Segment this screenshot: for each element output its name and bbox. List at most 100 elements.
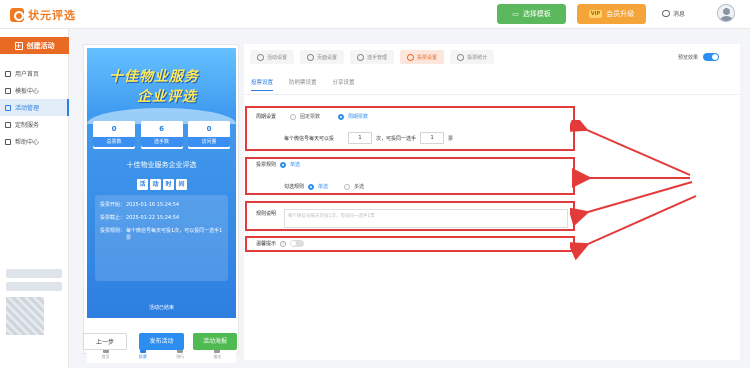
sidebar-item-help[interactable]: 帮助中心	[0, 133, 69, 150]
sidebar-item-label: 模板中心	[15, 88, 40, 95]
service-icon	[5, 121, 11, 128]
step-tabs: 活动设置 页面设置 选手管理 投票设置 投票统计	[250, 50, 495, 64]
sidebar-item-label: 活动管理	[15, 105, 40, 112]
step-label: 选手管理	[367, 54, 388, 61]
sidebar-item-custom-service[interactable]: 定制服务	[0, 116, 69, 133]
page-icon	[307, 53, 315, 61]
choose-template-button[interactable]: ▭ 选择模板	[497, 4, 566, 24]
info-value: 2025-01-22 15:24:54	[126, 215, 180, 221]
activity-title: 十佳物业服务企业评选	[126, 161, 197, 169]
info-row: 投票截止： 2025-01-22 15:24:54	[100, 215, 223, 222]
stats-row: 0 总票数 6 选手数 0 访问量	[93, 121, 230, 149]
step-label: 页面设置	[317, 54, 338, 61]
radio-check-multiple[interactable]	[344, 183, 351, 190]
blurred-line	[6, 282, 62, 291]
template-icon	[5, 87, 11, 94]
tab-label: 首页	[101, 354, 110, 359]
fixed-votes-label: 固定票数	[300, 114, 321, 120]
user-avatar[interactable]	[717, 4, 735, 22]
blurred-line	[6, 269, 62, 278]
countdown: 活 动 时 间	[137, 179, 187, 190]
sidebar-item-label: 用户首页	[15, 71, 40, 78]
help-icon: ?	[280, 240, 287, 247]
period-rule-unit2: 票	[448, 135, 454, 142]
radio-check-single[interactable]	[308, 183, 315, 190]
check-multiple-label: 多选	[354, 184, 365, 190]
info-value: 2025-01-16 15:24:54	[126, 202, 180, 208]
messages-label: 消息	[673, 11, 686, 18]
subtab-share[interactable]: 分享设置	[333, 78, 355, 91]
vote-rule-label: 投票规则	[256, 162, 277, 168]
create-activity-label: 创建活动	[26, 41, 55, 50]
period-label: 周期设置	[256, 114, 277, 120]
plus-icon: +	[14, 41, 23, 50]
activity-status-button[interactable]: 活动已结束	[115, 303, 208, 314]
single-vote-label: 单选	[290, 162, 301, 168]
previous-step-button[interactable]: 上一步	[83, 333, 127, 350]
countdown-box: 间	[176, 179, 187, 190]
sidebar-item-templates[interactable]: 模板中心	[0, 82, 69, 99]
logo-icon	[10, 8, 24, 22]
sidebar-item-label: 帮助中心	[15, 139, 40, 146]
vote-icon	[407, 53, 415, 61]
vip-badge: VIP	[588, 10, 603, 18]
qr-code-image	[6, 297, 44, 335]
arrow-4	[570, 195, 697, 260]
sidebar-item-activity-management[interactable]: 活动管理	[0, 99, 69, 116]
publish-activity-button[interactable]: 发布活动	[139, 333, 184, 350]
info-row: 投票规则： 每个微信号每天可投1次，可以投同一选手1票	[100, 228, 223, 242]
tab-label: 排行	[176, 354, 185, 359]
radio-single-vote[interactable]	[280, 161, 287, 168]
divider	[244, 94, 740, 95]
votes-per-contestant-input[interactable]: 1	[420, 132, 445, 144]
stat-visits: 0 访问量	[188, 121, 230, 149]
tab-vote-statistics[interactable]: 投票统计	[450, 50, 495, 64]
stat-contestants: 6 选手数	[140, 121, 183, 149]
hero-title-line2: 企业评选	[137, 89, 197, 105]
rule-description-label: 规则说明	[256, 211, 277, 217]
create-activity-button[interactable]: + 创建活动	[0, 37, 69, 54]
stat-label: 访问量	[188, 137, 230, 147]
arrow-3	[570, 181, 693, 227]
countdown-box: 活	[137, 179, 148, 190]
info-value: 每个微信号每天可投1次，可以投同一选手1票	[126, 228, 223, 241]
users-icon	[357, 53, 365, 61]
sub-tabs: 投票设置 防刷票设置 分享设置	[251, 78, 355, 91]
radio-period-votes[interactable]	[338, 113, 345, 120]
choose-template-label: 选择模板	[522, 10, 551, 18]
tip-switch[interactable]	[290, 240, 305, 247]
help-icon	[5, 138, 11, 145]
activity-info: 投票开始： 2025-01-16 15:24:54 投票截止： 2025-01-…	[95, 195, 228, 281]
radio-fixed-votes[interactable]	[290, 113, 297, 120]
preview-switch[interactable]	[703, 53, 720, 61]
blurred-contact-area	[6, 269, 62, 364]
period-rule-unit1: 次，可投同一选手	[376, 135, 417, 142]
tab-contestant-management[interactable]: 选手管理	[350, 50, 395, 64]
tip-row: 温馨提示 ?	[256, 240, 305, 247]
countdown-box: 时	[163, 179, 174, 190]
subtab-anti-fraud[interactable]: 防刷票设置	[289, 78, 317, 91]
sidebar: + 创建活动 用户首页 模板中心 活动管理 定制服务 帮助中心	[0, 29, 69, 368]
messages-link[interactable]: 消息	[662, 9, 685, 18]
sidebar-item-user-home[interactable]: 用户首页	[0, 65, 69, 82]
times-per-day-input[interactable]: 1	[348, 132, 373, 144]
info-row: 投票开始： 2025-01-16 15:24:54	[100, 202, 223, 209]
stat-total-votes: 0 总票数	[93, 121, 135, 149]
template-icon: ▭	[512, 10, 519, 18]
period-settings-row: 周期设置 固定票数 周期票数	[256, 113, 368, 120]
check-rule-label: 勾选规则	[284, 184, 305, 190]
preview-toggle-label: 预览效果	[678, 54, 699, 61]
sidebar-item-label: 定制服务	[15, 122, 40, 129]
countdown-box: 动	[150, 179, 161, 190]
subtab-vote-settings[interactable]: 投票设置	[251, 78, 274, 91]
rule-description-textarea[interactable]: 每个微信号每天可投1次，可投同一选手1票	[284, 209, 568, 228]
phone-screen: 十佳物业服务 企业评选 0 总票数 6 选手数 0 访问量 十佳物业服务企业评选…	[87, 48, 236, 318]
tab-page-settings[interactable]: 页面设置	[300, 50, 345, 64]
tab-activity-settings[interactable]: 活动设置	[250, 50, 295, 64]
logo[interactable]: 状元评选	[10, 7, 76, 23]
activity-poster-button[interactable]: 活动海报	[193, 333, 237, 350]
tab-vote-settings[interactable]: 投票设置	[400, 50, 445, 64]
top-bar: 状元评选 ▭ 选择模板 VIP 会员升级 消息	[0, 0, 750, 29]
hero-banner: 十佳物业服务 企业评选	[87, 48, 236, 124]
vip-upgrade-button[interactable]: VIP 会员升级	[577, 4, 646, 24]
